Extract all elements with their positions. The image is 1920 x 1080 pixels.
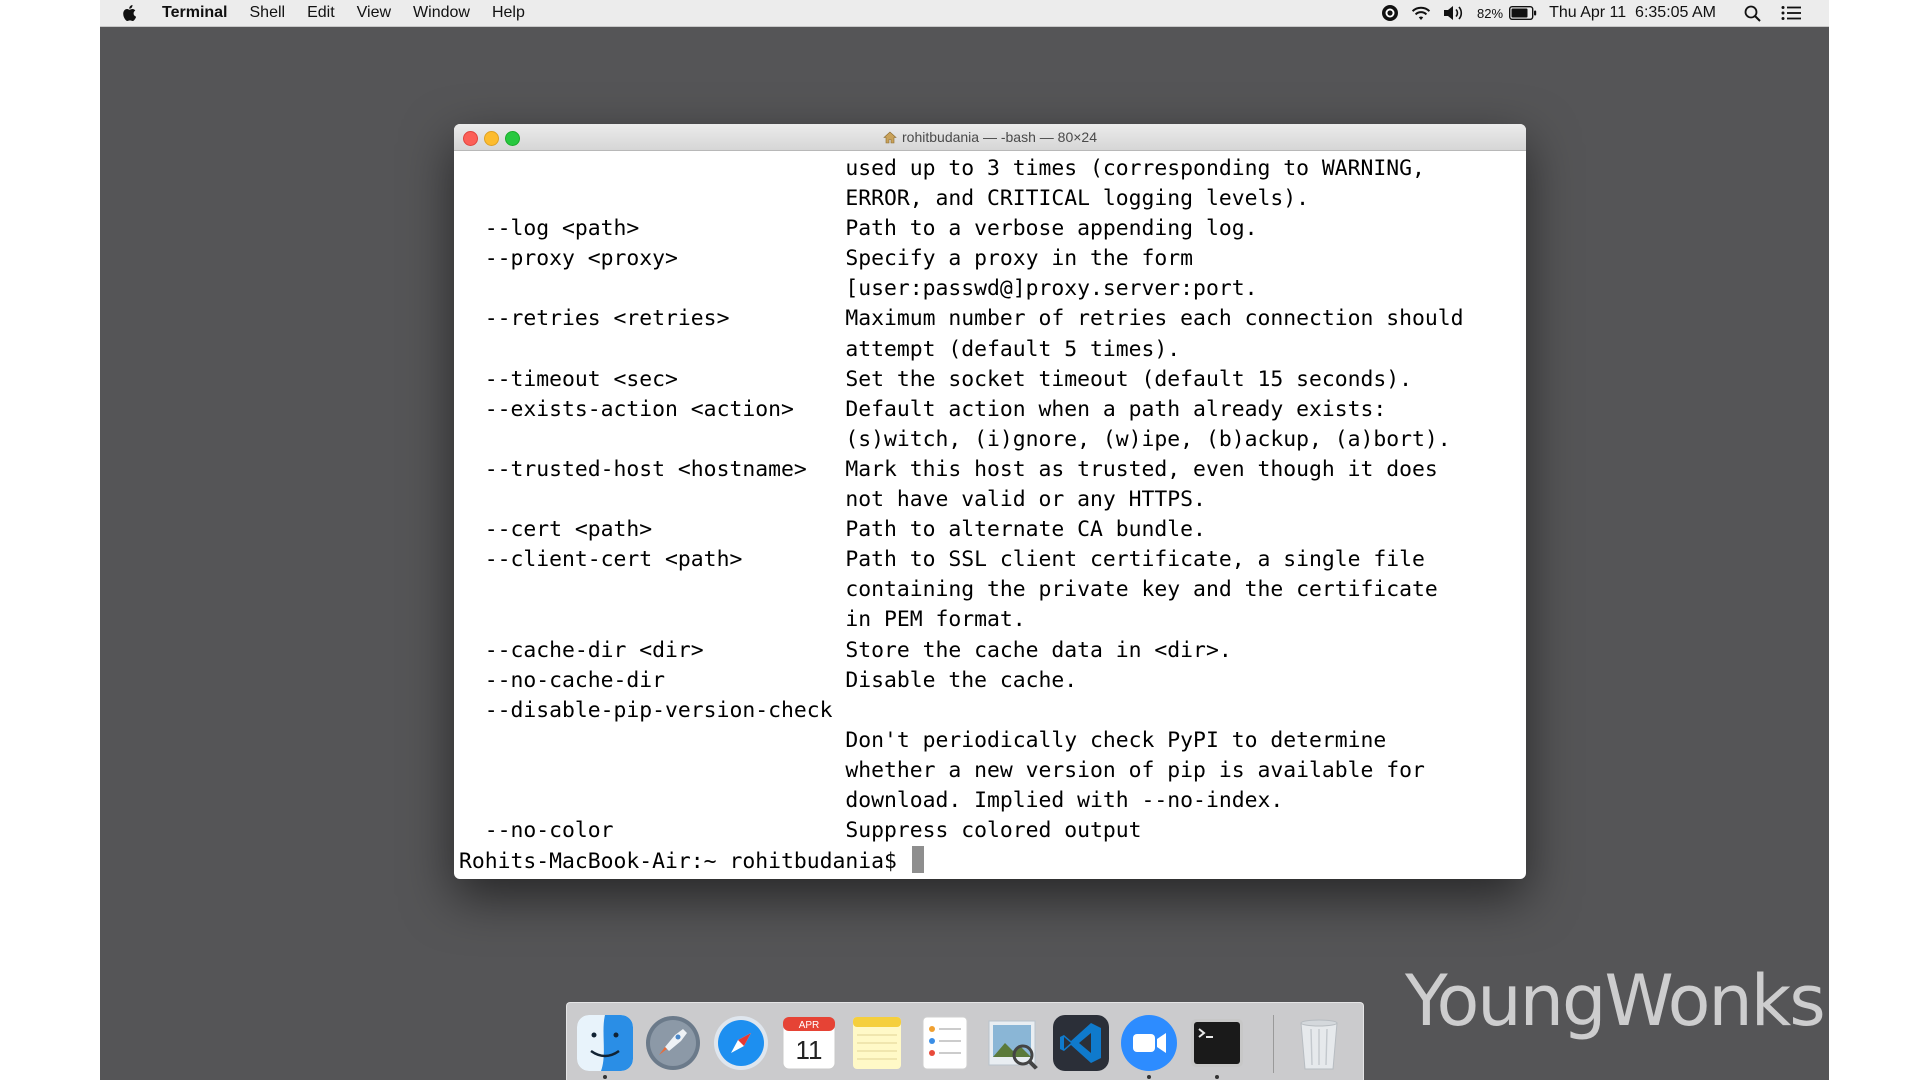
menu-window[interactable]: Window — [413, 4, 470, 22]
prompt-line[interactable]: Rohits-MacBook-Air:~ rohitbudania$ — [459, 846, 1521, 876]
menu-help[interactable]: Help — [492, 4, 525, 22]
terminal-line: download. Implied with --no-index. — [459, 787, 1284, 813]
safari-icon[interactable] — [713, 1015, 769, 1071]
menu-app-name[interactable]: Terminal — [162, 4, 228, 22]
vscode-icon[interactable] — [1053, 1015, 1109, 1071]
calendar-icon[interactable]: APR 11 — [781, 1015, 837, 1071]
spotlight-search-icon[interactable] — [1744, 5, 1761, 22]
terminal-line: --cache-dir <dir> Store the cache data i… — [459, 637, 1232, 663]
battery-percent: 82% — [1477, 5, 1504, 21]
menu-view[interactable]: View — [357, 4, 391, 22]
terminal-line: --disable-pip-version-check — [459, 697, 833, 723]
terminal-line: [user:passwd@]proxy.server:port. — [459, 276, 1258, 302]
notes-icon[interactable] — [849, 1015, 905, 1071]
minimize-button[interactable] — [484, 131, 499, 146]
terminal-line: --proxy <proxy> Specify a proxy in the f… — [459, 246, 1194, 272]
running-indicator — [1215, 1075, 1219, 1079]
zoom-button[interactable] — [505, 131, 520, 146]
window-title: rohitbudania — -bash — 80×24 — [902, 129, 1097, 145]
menu-shell[interactable]: Shell — [250, 4, 286, 22]
watermark-logo: YoungWonks — [1405, 960, 1826, 1042]
terminal-output[interactable]: used up to 3 times (corresponding to WAR… — [454, 151, 1526, 876]
terminal-line: --no-color Suppress colored output — [459, 818, 1142, 844]
launchpad-icon[interactable] — [645, 1015, 701, 1071]
close-button[interactable] — [463, 131, 478, 146]
dock-separator — [1273, 1015, 1274, 1073]
text-cursor — [911, 846, 924, 874]
terminal-icon[interactable] — [1189, 1015, 1245, 1071]
terminal-line: --trusted-host <hostname> Mark this host… — [459, 456, 1438, 482]
calendar-day: 11 — [796, 1035, 823, 1065]
terminal-line: used up to 3 times (corresponding to WAR… — [459, 156, 1425, 181]
zoom-icon[interactable] — [1121, 1015, 1177, 1071]
terminal-line: --log <path> Path to a verbose appending… — [459, 216, 1258, 242]
menu-bar: Terminal Shell Edit View Window Help 82%… — [100, 0, 1829, 27]
screen-record-icon[interactable] — [1381, 4, 1399, 22]
terminal-line: (s)witch, (i)gnore, (w)ipe, (b)ackup, (a… — [459, 426, 1451, 452]
terminal-line: --no-cache-dir Disable the cache. — [459, 667, 1078, 693]
terminal-line: Don't periodically check PyPI to determi… — [459, 727, 1387, 753]
terminal-line: not have valid or any HTTPS. — [459, 487, 1206, 513]
menu-edit[interactable]: Edit — [307, 4, 335, 22]
desktop: Terminal Shell Edit View Window Help 82%… — [100, 0, 1829, 1080]
trash-icon[interactable] — [1291, 1015, 1347, 1071]
terminal-line: containing the private key and the certi… — [459, 577, 1438, 603]
terminal-line: in PEM format. — [459, 607, 1026, 633]
apple-menu-icon[interactable] — [122, 5, 136, 21]
terminal-window[interactable]: rohitbudania — -bash — 80×24 used up to … — [454, 124, 1526, 879]
finder-icon[interactable] — [577, 1015, 633, 1071]
notification-center-icon[interactable] — [1781, 5, 1801, 21]
battery-icon[interactable] — [1509, 6, 1537, 20]
dock: APR 11 — [566, 1002, 1364, 1080]
running-indicator — [603, 1075, 607, 1079]
terminal-line: ERROR, and CRITICAL logging levels). — [459, 186, 1309, 212]
running-indicator — [1147, 1075, 1151, 1079]
preview-icon[interactable] — [985, 1015, 1041, 1071]
terminal-line: attempt (default 5 times). — [459, 336, 1181, 362]
terminal-line: --timeout <sec> Set the socket timeout (… — [459, 366, 1412, 392]
home-folder-icon — [883, 131, 897, 144]
shell-prompt: Rohits-MacBook-Air:~ rohitbudania$ — [459, 849, 910, 875]
terminal-line: --exists-action <action> Default action … — [459, 396, 1387, 422]
terminal-line: --client-cert <path> Path to SSL client … — [459, 547, 1425, 573]
terminal-line: whether a new version of pip is availabl… — [459, 757, 1425, 783]
window-titlebar[interactable]: rohitbudania — -bash — 80×24 — [454, 124, 1526, 151]
reminders-icon[interactable] — [917, 1015, 973, 1071]
terminal-line: --retries <retries> Maximum number of re… — [459, 306, 1464, 332]
menubar-clock[interactable]: Thu Apr 11 6:35:05 AM — [1549, 4, 1716, 22]
calendar-month: APR — [799, 1020, 820, 1031]
terminal-line: --cert <path> Path to alternate CA bundl… — [459, 517, 1206, 543]
wifi-icon[interactable] — [1411, 5, 1431, 21]
volume-icon[interactable] — [1443, 5, 1465, 21]
status-area: 82% Thu Apr 11 6:35:05 AM — [1369, 4, 1801, 22]
